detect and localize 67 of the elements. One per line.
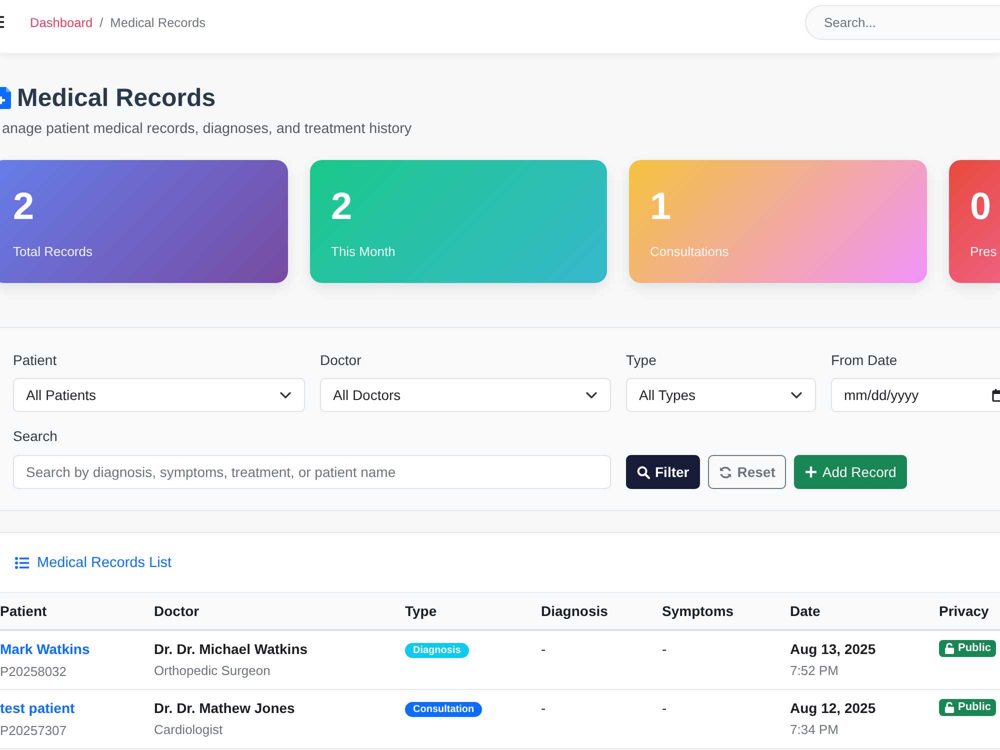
privacy-label: Public xyxy=(958,700,992,715)
chevron-down-icon xyxy=(586,392,597,398)
field-label: Patient xyxy=(13,351,58,370)
column-header: Date xyxy=(782,592,931,630)
page-title: Medical Records xyxy=(17,83,216,113)
search-input[interactable]: Search by diagnosis, symptoms, treatment, or patient name xyxy=(13,455,611,489)
stat-label: Consultations xyxy=(650,243,730,261)
search-icon xyxy=(637,466,650,478)
column-header: Type xyxy=(397,592,533,630)
stat-value: 0 xyxy=(970,185,992,229)
chevron-down-icon xyxy=(791,392,802,398)
record-time: 7:52 PM xyxy=(790,662,840,680)
patient-id: P20258032 xyxy=(0,663,68,681)
refresh-icon xyxy=(719,466,732,478)
table-cell: - xyxy=(654,630,782,690)
patient-link[interactable]: Mark Watkins xyxy=(0,640,90,658)
breadcrumb-separator: / xyxy=(100,15,104,30)
stat-value: 2 xyxy=(13,185,36,229)
type-badge: Diagnosis xyxy=(405,643,469,658)
dropdown[interactable]: All Types xyxy=(626,378,816,412)
table-cell: - xyxy=(533,630,654,690)
calendar-icon xyxy=(992,388,1000,402)
patient-id: P20257307 xyxy=(0,722,68,740)
menu-icon xyxy=(0,16,4,28)
column-header: Privacy xyxy=(931,592,1000,630)
stat-label: Total Records xyxy=(13,243,94,261)
plus-icon xyxy=(805,466,818,478)
column-header: Doctor xyxy=(146,592,397,630)
page-subtitle: anage patient medical records, diagnoses, and treatment history xyxy=(2,120,413,138)
add-record-button[interactable]: Add Record xyxy=(794,455,908,489)
doctor-specialty: Orthopedic Surgeon xyxy=(154,662,272,680)
table-cell: - xyxy=(654,690,782,748)
breadcrumb-current: Medical Records xyxy=(110,15,206,30)
search-field[interactable]: Search... xyxy=(805,5,1000,40)
privacy-label: Public xyxy=(958,641,992,656)
record-time: 7:34 PM xyxy=(790,721,840,739)
date-field[interactable]: mm/dd/yyyy xyxy=(831,378,1000,412)
column-header: Patient xyxy=(0,592,146,630)
record-date: Aug 12, 2025 xyxy=(790,699,877,717)
reset-button[interactable]: Reset xyxy=(708,455,786,489)
padlock-icon xyxy=(945,643,954,654)
doctor-name: Dr. Dr. Mathew Jones xyxy=(154,699,296,717)
table-cell: - xyxy=(533,690,654,748)
doctor-name: Dr. Dr. Michael Watkins xyxy=(154,640,309,658)
stat-value: 1 xyxy=(650,185,672,229)
field-label: Search xyxy=(13,427,58,446)
field-label: Type xyxy=(626,351,658,370)
breadcrumb-link[interactable]: Dashboard xyxy=(30,15,93,30)
list-icon xyxy=(15,556,29,568)
section-title: Medical Records List xyxy=(37,554,172,570)
column-header: Diagnosis xyxy=(533,592,654,630)
type-badge: Consultation xyxy=(405,702,482,717)
doctor-specialty: Cardiologist xyxy=(154,721,224,739)
chevron-down-icon xyxy=(280,392,291,398)
dropdown[interactable]: All Doctors xyxy=(320,378,611,412)
column-header: Symptoms xyxy=(654,592,782,630)
filter-button[interactable]: Filter xyxy=(626,455,700,489)
dropdown[interactable]: All Patients xyxy=(13,378,305,412)
padlock-icon xyxy=(945,702,954,713)
stat-value: 2 xyxy=(331,185,354,229)
field-label: Doctor xyxy=(320,351,362,370)
patient-link[interactable]: test patient xyxy=(0,699,75,717)
stat-label: This Month xyxy=(331,243,396,261)
field-label: From Date xyxy=(831,351,898,370)
record-date: Aug 13, 2025 xyxy=(790,640,877,658)
stat-label: Pres xyxy=(970,243,998,261)
document-icon xyxy=(0,87,11,109)
